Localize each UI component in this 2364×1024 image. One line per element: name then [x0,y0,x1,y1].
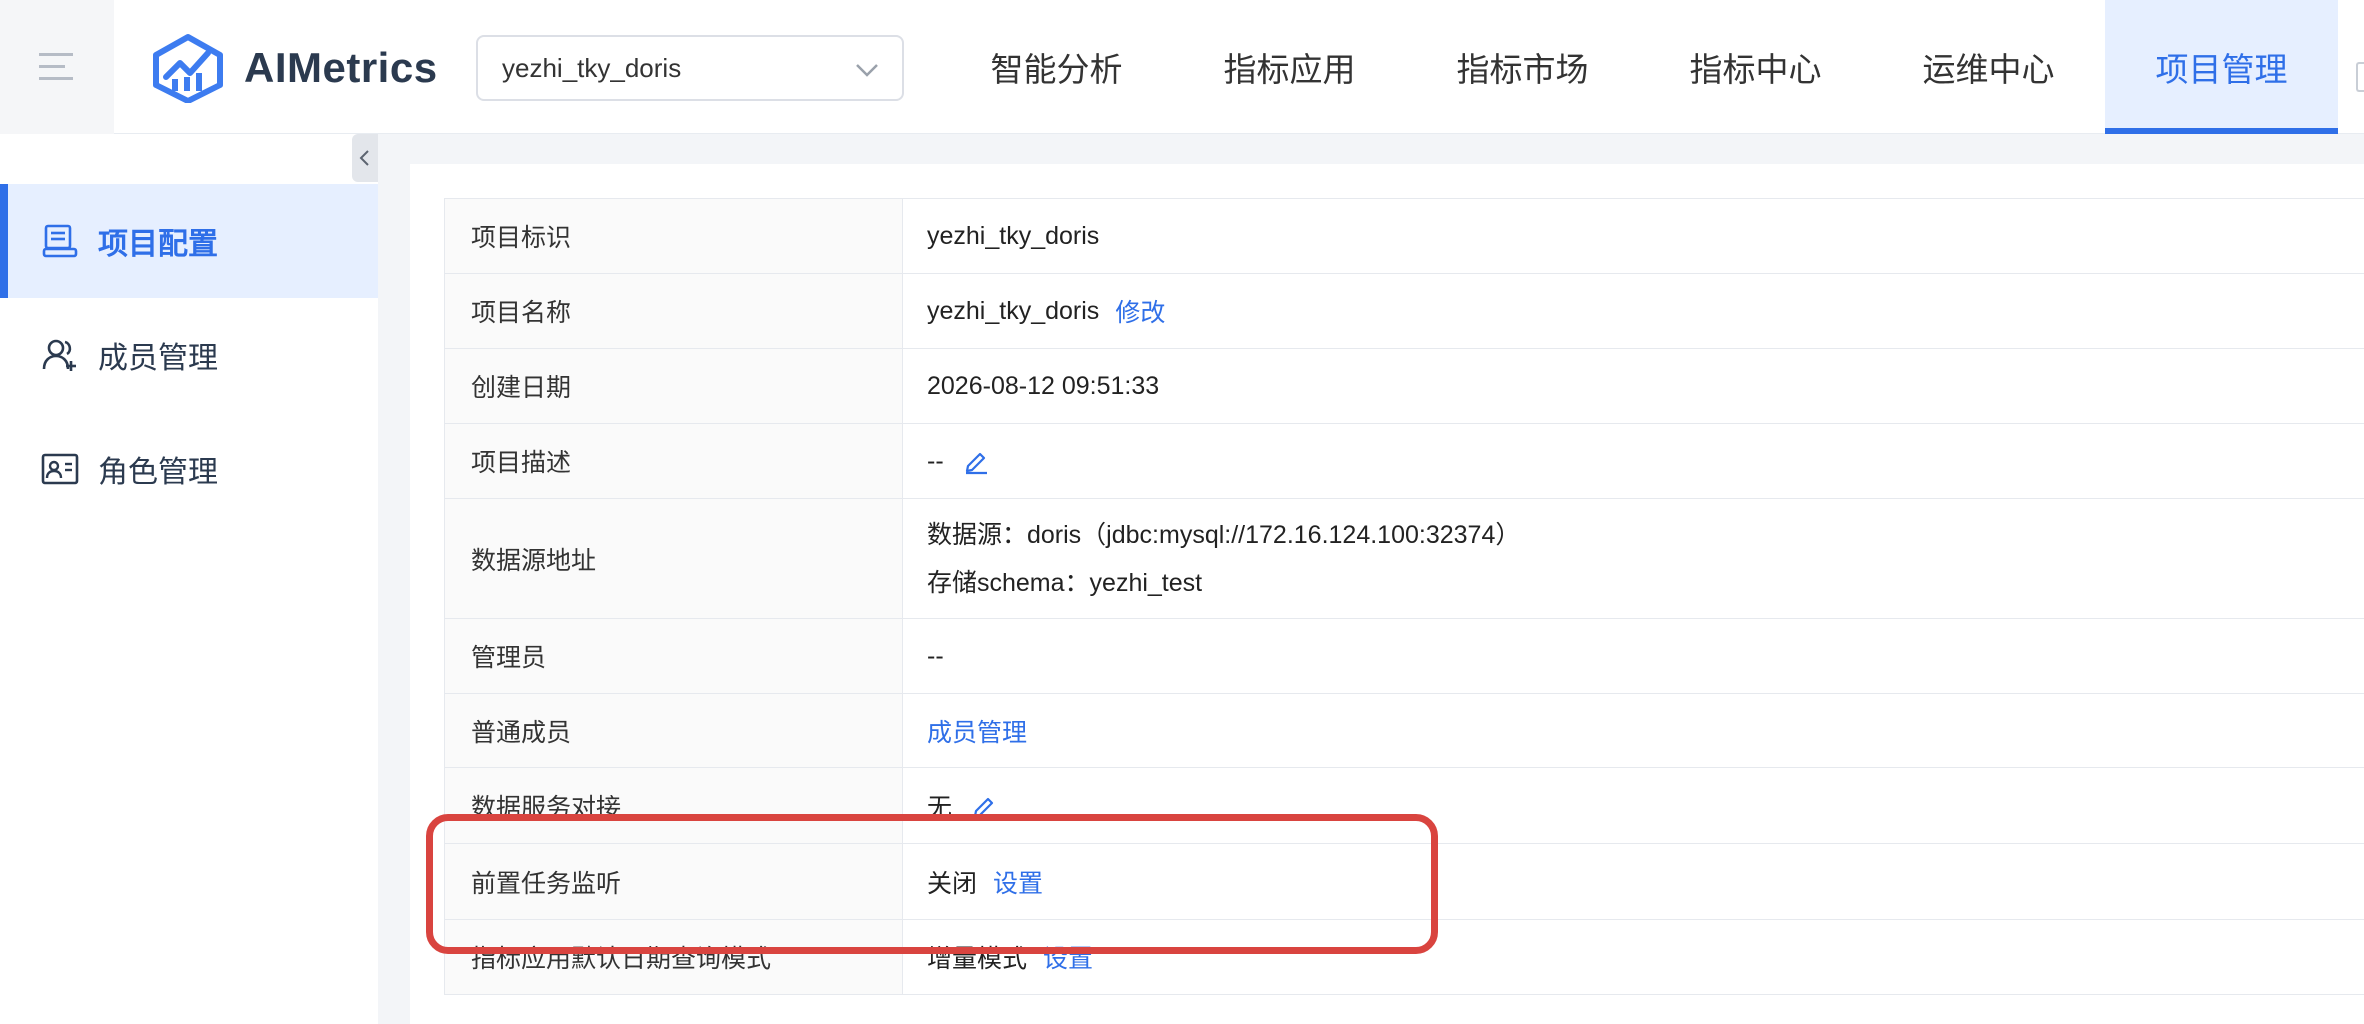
project-select-value: yezhi_tky_doris [502,52,682,83]
row-label: 管理员 [445,619,903,693]
sidebar-item-roles[interactable]: 角色管理 [0,412,378,526]
top-header: AIMetrics yezhi_tky_doris 智能分析 指标应用 指标市场… [0,0,2364,134]
row-value: 无 [927,793,953,822]
row-label: 数据源地址 [445,499,903,618]
chevron-left-icon [359,150,369,166]
table-row: 指标应用默认日期查询模式 增量模式 设置 [445,920,2364,995]
table-row: 普通成员 成员管理 [445,694,2364,768]
nav-ops-center[interactable]: 运维中心 [1872,0,2105,134]
pencil-icon [965,452,987,475]
chevron-down-icon [856,64,878,77]
pre-task-listen-value: 关闭 设置 [903,844,2364,919]
role-card-icon [40,449,80,489]
row-label: 创建日期 [445,349,903,423]
edit-name-link[interactable]: 修改 [1115,293,1165,329]
header-overflow-button[interactable] [2356,62,2364,92]
nav-metric-application[interactable]: 指标应用 [1173,0,1406,134]
row-value: 关闭 [927,869,978,898]
pre-task-setting-link[interactable]: 设置 [993,864,1043,900]
edit-data-service-button[interactable] [970,792,998,820]
date-query-mode-value: 增量模式 设置 [903,920,2364,994]
datasource-value: 数据源：doris（jdbc:mysql://172.16.124.100:32… [903,499,2364,618]
row-label: 项目描述 [445,424,903,498]
members-icon [40,335,80,375]
row-label: 普通成员 [445,694,903,767]
project-info-table: 项目标识 yezhi_tky_doris 项目名称 yezhi_tky_dori… [444,198,2364,995]
table-row: 数据服务对接 无 [445,768,2364,844]
row-label: 项目名称 [445,274,903,348]
table-row: 前置任务监听 关闭 设置 [445,844,2364,920]
sidebar-item-members[interactable]: 成员管理 [0,298,378,412]
row-value: yezhi_tky_doris [927,221,1100,250]
table-row: 项目标识 yezhi_tky_doris [445,199,2364,274]
project-select[interactable]: yezhi_tky_doris [476,35,904,101]
project-config-icon [40,221,80,261]
sidebar-item-project-config[interactable]: 项目配置 [0,184,378,298]
project-id-value: yezhi_tky_doris [903,199,2364,273]
table-row: 项目名称 yezhi_tky_doris 修改 [445,274,2364,349]
hamburger-icon [39,53,73,80]
table-row: 项目描述 -- [445,424,2364,499]
pencil-icon [973,797,996,819]
nav-metric-center[interactable]: 指标中心 [1639,0,1872,134]
aimetrics-logo-icon [153,34,223,103]
row-label: 前置任务监听 [445,844,903,919]
app-logo[interactable]: AIMetrics [150,32,438,104]
row-value: -- [927,446,944,475]
nav-metric-market[interactable]: 指标市场 [1406,0,1639,134]
data-service-value: 无 [903,768,2364,843]
row-value: 增量模式 [927,945,1028,973]
row-value: yezhi_tky_doris [927,296,1100,325]
row-value: 2026-08-12 09:51:33 [927,371,1160,400]
nav-project-management[interactable]: 项目管理 [2105,0,2338,134]
datasource-line: 数据源：doris（jdbc:mysql://172.16.124.100:32… [927,520,1521,549]
row-label: 数据服务对接 [445,768,903,843]
sidebar-item-label: 项目配置 [98,228,218,261]
admin-value: -- [903,619,2364,693]
table-row: 创建日期 2026-08-12 09:51:33 [445,349,2364,424]
description-value: -- [903,424,2364,498]
project-name-value: yezhi_tky_doris 修改 [903,274,2364,348]
date-mode-setting-link[interactable]: 设置 [1043,939,1093,975]
menu-toggle-button[interactable] [0,0,114,134]
created-date-value: 2026-08-12 09:51:33 [903,349,2364,423]
sidebar-collapse-button[interactable] [352,134,378,182]
edit-description-button[interactable] [962,447,990,475]
app-name: AIMetrics [244,44,438,91]
member-management-link[interactable]: 成员管理 [927,713,1027,749]
schema-line: 存储schema：yezhi_test [927,568,1203,597]
row-label: 项目标识 [445,199,903,273]
sidebar-item-label: 成员管理 [98,342,218,375]
table-row: 数据源地址 数据源：doris（jdbc:mysql://172.16.124.… [445,499,2364,619]
main-nav: 智能分析 指标应用 指标市场 指标中心 运维中心 项目管理 [940,0,2338,134]
sidebar-item-label: 角色管理 [98,456,218,489]
nav-smart-analysis[interactable]: 智能分析 [940,0,1173,134]
project-config-panel: 项目标识 yezhi_tky_doris 项目名称 yezhi_tky_dori… [410,164,2364,1024]
members-value: 成员管理 [903,694,2364,767]
table-row: 管理员 -- [445,619,2364,694]
row-value: -- [927,641,944,670]
row-label: 指标应用默认日期查询模式 [445,920,903,994]
